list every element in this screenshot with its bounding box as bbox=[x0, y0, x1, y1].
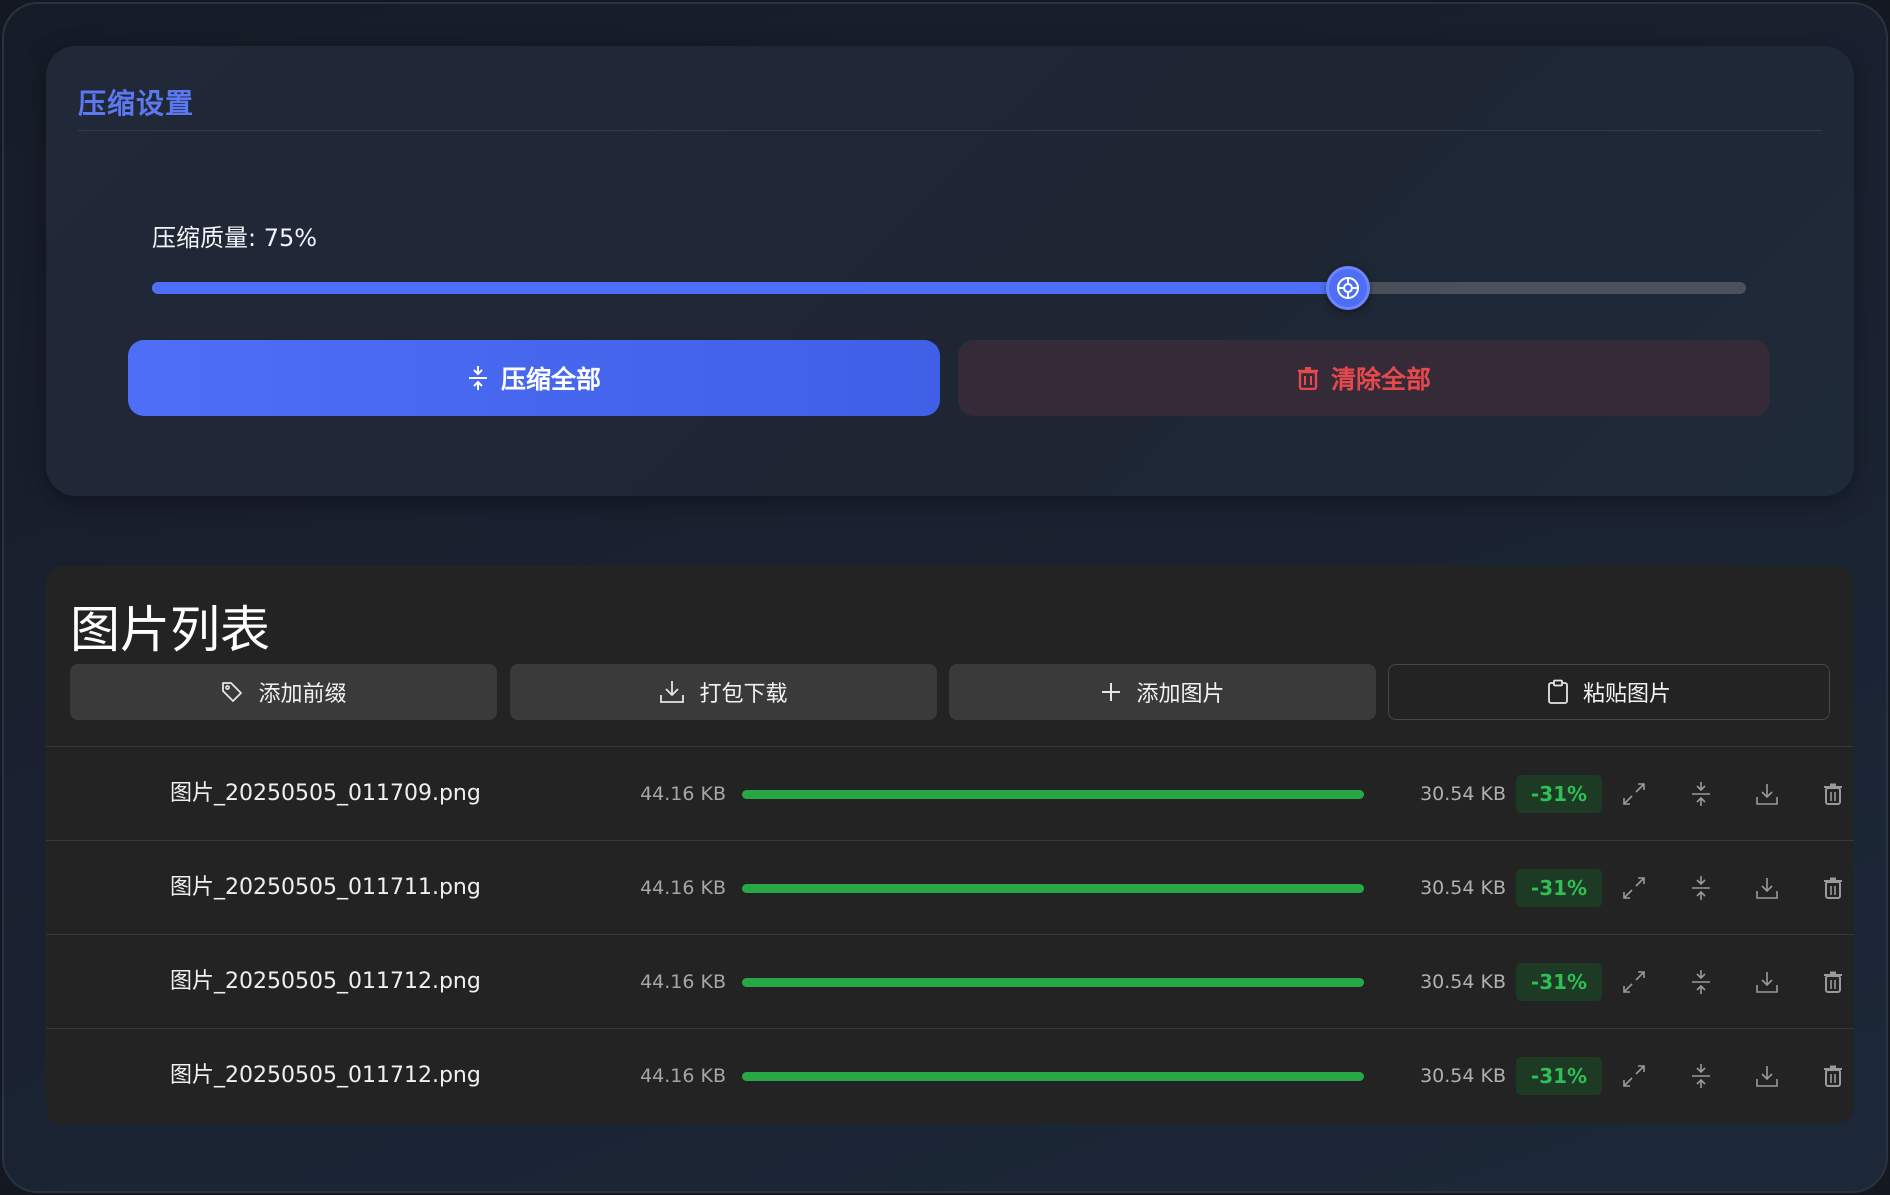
trash-icon[interactable] bbox=[1816, 965, 1850, 999]
add-prefix-button[interactable]: 添加前缀 bbox=[70, 664, 497, 720]
clear-all-button[interactable]: 清除全部 bbox=[958, 340, 1770, 416]
file-name: 图片_20250505_011711.png bbox=[170, 875, 481, 900]
image-row: 图片_20250505_011709.png 44.16 KB 30.54 KB… bbox=[46, 747, 1854, 841]
add-prefix-label: 添加前缀 bbox=[258, 682, 347, 707]
compress-all-label: 压缩全部 bbox=[500, 365, 601, 394]
trash-icon[interactable] bbox=[1816, 777, 1850, 811]
paste-image-button[interactable]: 粘贴图片 bbox=[1388, 664, 1830, 720]
expand-icon[interactable] bbox=[1617, 871, 1651, 905]
download-icon[interactable] bbox=[1750, 965, 1784, 999]
download-icon[interactable] bbox=[1750, 777, 1784, 811]
trash-icon bbox=[1297, 367, 1318, 390]
quality-slider-thumb[interactable] bbox=[1325, 266, 1370, 310]
original-size: 44.16 KB bbox=[640, 971, 726, 993]
image-row: 图片_20250505_011712.png 44.16 KB 30.54 KB… bbox=[46, 1029, 1854, 1123]
compression-progress-fill bbox=[742, 978, 1364, 987]
image-list-toolbar: 添加前缀 打包下载 添加图片 粘贴图片 bbox=[70, 664, 1830, 720]
quality-slider[interactable] bbox=[152, 266, 1746, 310]
original-size: 44.16 KB bbox=[640, 1065, 726, 1087]
compression-progress-bar bbox=[742, 884, 1364, 893]
expand-icon[interactable] bbox=[1617, 1059, 1651, 1093]
compress-all-button[interactable]: 压缩全部 bbox=[128, 340, 940, 416]
compress-icon bbox=[468, 366, 487, 390]
quality-label: 压缩质量: 75% bbox=[152, 224, 318, 252]
file-name: 图片_20250505_011712.png bbox=[170, 969, 481, 994]
compression-ratio-badge: -31% bbox=[1516, 1057, 1602, 1095]
compressed-size: 30.54 KB bbox=[1420, 783, 1506, 805]
clear-all-label: 清除全部 bbox=[1330, 365, 1431, 394]
compression-progress-fill bbox=[742, 884, 1364, 893]
add-image-button[interactable]: 添加图片 bbox=[949, 664, 1376, 720]
original-size: 44.16 KB bbox=[640, 877, 726, 899]
clipboard-icon bbox=[1548, 679, 1568, 704]
compression-ratio-badge: -31% bbox=[1516, 869, 1602, 907]
compress-icon[interactable] bbox=[1684, 871, 1718, 905]
compress-icon[interactable] bbox=[1684, 1059, 1718, 1093]
download-icon bbox=[660, 681, 685, 703]
compressed-size: 30.54 KB bbox=[1420, 877, 1506, 899]
original-size: 44.16 KB bbox=[640, 783, 726, 805]
compressed-size: 30.54 KB bbox=[1420, 1065, 1506, 1087]
paste-image-label: 粘贴图片 bbox=[1582, 682, 1671, 707]
compression-progress-fill bbox=[742, 790, 1364, 799]
compression-progress-bar bbox=[742, 790, 1364, 799]
image-row: 图片_20250505_011711.png 44.16 KB 30.54 KB… bbox=[46, 841, 1854, 935]
plus-icon bbox=[1102, 683, 1121, 701]
compression-progress-fill bbox=[742, 1072, 1364, 1081]
compression-ratio-badge: -31% bbox=[1516, 775, 1602, 813]
compression-progress-bar bbox=[742, 978, 1364, 987]
image-rows: 图片_20250505_011709.png 44.16 KB 30.54 KB… bbox=[46, 747, 1854, 1123]
compression-progress-bar bbox=[742, 1072, 1364, 1081]
quality-slider-fill bbox=[152, 282, 1348, 294]
image-list-title: 图片列表 bbox=[70, 601, 270, 659]
app-window: 压缩设置 压缩质量: 75% 压缩全部 清除全部 图片列表 添加前缀 打包下载 … bbox=[2, 2, 1888, 1193]
compress-icon[interactable] bbox=[1684, 965, 1718, 999]
pack-download-button[interactable]: 打包下载 bbox=[510, 664, 937, 720]
expand-icon[interactable] bbox=[1617, 777, 1651, 811]
expand-icon[interactable] bbox=[1617, 965, 1651, 999]
add-image-label: 添加图片 bbox=[1136, 682, 1225, 707]
file-name: 图片_20250505_011709.png bbox=[170, 781, 481, 806]
settings-divider bbox=[78, 130, 1822, 131]
image-row: 图片_20250505_011712.png 44.16 KB 30.54 KB… bbox=[46, 935, 1854, 1029]
settings-title: 压缩设置 bbox=[78, 87, 195, 120]
compress-icon[interactable] bbox=[1684, 777, 1718, 811]
compression-ratio-badge: -31% bbox=[1516, 963, 1602, 1001]
download-icon[interactable] bbox=[1750, 1059, 1784, 1093]
slider-thumb-icon bbox=[1336, 277, 1359, 299]
compression-settings-panel: 压缩设置 压缩质量: 75% 压缩全部 清除全部 bbox=[46, 46, 1854, 496]
trash-icon[interactable] bbox=[1816, 871, 1850, 905]
image-list-panel: 图片列表 添加前缀 打包下载 添加图片 粘贴图片 图片_20250505_011… bbox=[46, 566, 1854, 1124]
compressed-size: 30.54 KB bbox=[1420, 971, 1506, 993]
download-icon[interactable] bbox=[1750, 871, 1784, 905]
tag-icon bbox=[222, 682, 243, 702]
file-name: 图片_20250505_011712.png bbox=[170, 1063, 481, 1088]
pack-download-label: 打包下载 bbox=[699, 682, 788, 707]
trash-icon[interactable] bbox=[1816, 1059, 1850, 1093]
